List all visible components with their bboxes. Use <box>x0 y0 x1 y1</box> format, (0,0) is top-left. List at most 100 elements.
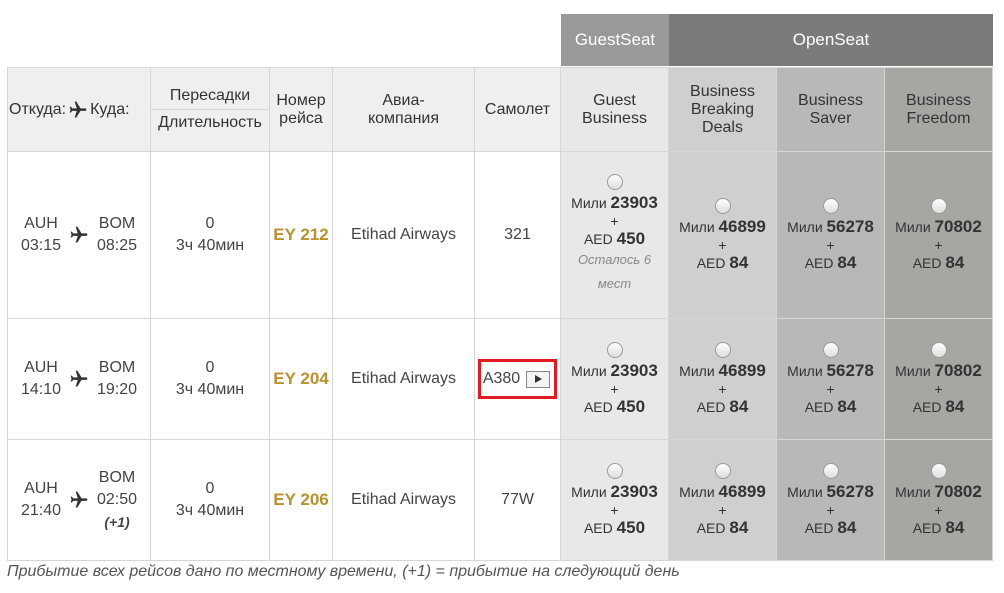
flight-number-label-2: рейса <box>279 109 323 127</box>
miles-label: Мили <box>679 219 715 235</box>
flight-number-link[interactable]: EY 204 <box>273 369 328 388</box>
fare-header-business-freedom: Business Freedom <box>884 67 993 152</box>
fare-radio-button[interactable] <box>930 198 947 214</box>
table-row: AUH 03:15 BOM 08:25 0 3ч 40мин EY 212 Etih… <box>7 151 993 319</box>
plus-sign: + <box>718 381 727 397</box>
flight-number-link[interactable]: EY 212 <box>273 225 328 244</box>
miles-label: Мили <box>787 363 823 379</box>
tax-value: 450 <box>616 229 646 248</box>
miles-label: Мили <box>895 484 931 500</box>
flight-number-header: Номер рейса <box>269 67 333 152</box>
plus-sign: + <box>718 502 727 518</box>
currency-label: AED <box>583 231 613 247</box>
plus-sign: + <box>610 381 619 397</box>
fare-cell-business-freedom[interactable]: Мили 70802 + AED 84 <box>884 151 993 319</box>
currency-label: AED <box>583 399 613 415</box>
currency-label: AED <box>696 520 726 536</box>
miles-label: Мили <box>895 219 931 235</box>
departure-time: 21:40 <box>20 502 61 519</box>
flight-number-label-1: Номер <box>276 91 326 109</box>
duration-label: Длительность <box>151 109 269 136</box>
miles-value: 46899 <box>718 361 766 380</box>
plus-sign: + <box>934 381 943 397</box>
flight-number-link[interactable]: EY 206 <box>273 490 328 509</box>
aircraft-cell: A380 <box>474 318 561 440</box>
play-icon[interactable] <box>526 370 551 388</box>
openseat-category-header: OpenSeat <box>669 14 993 66</box>
fare-radio-button[interactable] <box>930 463 947 479</box>
miles-value: 70802 <box>934 361 982 380</box>
fare-radio-button[interactable] <box>714 463 731 479</box>
fare-radio-button[interactable] <box>606 342 623 358</box>
fare-radio-button[interactable] <box>822 198 839 214</box>
currency-label: AED <box>696 399 726 415</box>
duration-value: 3ч 40мин <box>175 502 245 519</box>
fare-cell-business-saver[interactable]: Мили 56278 + AED 84 <box>776 151 885 319</box>
arrival-time: 19:20 <box>97 381 138 398</box>
fare-header-line: Breaking <box>690 100 755 118</box>
fare-cell-business-saver[interactable]: Мили 56278 + AED 84 <box>776 439 885 561</box>
fare-cell-business-breaking-deals[interactable]: Мили 46899 + AED 84 <box>668 439 777 561</box>
flight-number-cell[interactable]: EY 204 <box>269 318 333 440</box>
currency-label: AED <box>804 520 834 536</box>
fare-header-line: Business <box>906 91 971 109</box>
currency-label: AED <box>696 255 726 271</box>
duration-value: 3ч 40мин <box>175 381 245 398</box>
fare-cell-business-freedom[interactable]: Мили 70802 + AED 84 <box>884 318 993 440</box>
currency-label: AED <box>804 399 834 415</box>
departure-code: AUH <box>24 359 58 376</box>
aircraft-cell: 77W <box>474 439 561 561</box>
fare-radio-button[interactable] <box>930 342 947 358</box>
tax-value: 84 <box>837 518 857 537</box>
fare-header-line: Business <box>798 91 863 109</box>
stops-value: 0 <box>205 359 215 376</box>
fare-header-line: Deals <box>702 118 743 136</box>
fare-radio-button[interactable] <box>822 463 839 479</box>
flight-number-cell[interactable]: EY 212 <box>269 151 333 319</box>
miles-value: 56278 <box>826 482 874 501</box>
airline-cell: Etihad Airways <box>332 151 475 319</box>
fare-radio-button[interactable] <box>606 174 623 190</box>
fare-cell-guest-business[interactable]: Мили 23903 + AED 450 <box>560 439 669 561</box>
miles-label: Мили <box>679 484 715 500</box>
departure-code: AUH <box>24 480 58 497</box>
fare-cell-business-breaking-deals[interactable]: Мили 46899 + AED 84 <box>668 151 777 319</box>
stops-value: 0 <box>205 215 215 232</box>
departure-time: 03:15 <box>20 237 61 254</box>
flight-number-cell[interactable]: EY 206 <box>269 439 333 561</box>
fare-header-line: Business <box>582 109 647 127</box>
fare-radio-button[interactable] <box>606 463 623 479</box>
aircraft-highlight-box: A380 <box>477 359 558 399</box>
aircraft-header: Самолет <box>474 67 561 152</box>
airplane-icon <box>67 490 91 510</box>
miles-value: 46899 <box>718 217 766 236</box>
tax-value: 84 <box>837 397 857 416</box>
fare-radio-button[interactable] <box>714 198 731 214</box>
stops-duration-cell: 0 3ч 40мин <box>150 151 270 319</box>
aircraft-cell: 321 <box>474 151 561 319</box>
airplane-icon <box>67 225 91 245</box>
airline-cell: Etihad Airways <box>332 318 475 440</box>
route-cell: AUH 03:15 BOM 08:25 <box>7 151 151 319</box>
stops-duration-header: Пересадки Длительность <box>150 67 270 152</box>
airline-cell: Etihad Airways <box>332 439 475 561</box>
fare-radio-button[interactable] <box>714 342 731 358</box>
fare-cell-business-saver[interactable]: Мили 56278 + AED 84 <box>776 318 885 440</box>
table-row: AUH 14:10 BOM 19:20 0 3ч 40мин EY 204 Etih… <box>7 318 993 440</box>
plus-sign: + <box>826 381 835 397</box>
fare-cell-business-freedom[interactable]: Мили 70802 + AED 84 <box>884 439 993 561</box>
plus-sign: + <box>718 237 727 253</box>
currency-label: AED <box>912 520 942 536</box>
currency-label: AED <box>583 520 613 536</box>
airline-label-2: компания <box>367 109 440 127</box>
departure-time: 14:10 <box>20 381 61 398</box>
fare-radio-button[interactable] <box>822 342 839 358</box>
currency-label: AED <box>912 399 942 415</box>
tax-value: 84 <box>837 253 857 272</box>
miles-value: 56278 <box>826 361 874 380</box>
plus-sign: + <box>610 213 619 229</box>
currency-label: AED <box>912 255 942 271</box>
fare-cell-guest-business[interactable]: Мили 23903 + AED 450 Осталось 6 мест <box>560 151 669 319</box>
fare-cell-guest-business[interactable]: Мили 23903 + AED 450 <box>560 318 669 440</box>
fare-cell-business-breaking-deals[interactable]: Мили 46899 + AED 84 <box>668 318 777 440</box>
